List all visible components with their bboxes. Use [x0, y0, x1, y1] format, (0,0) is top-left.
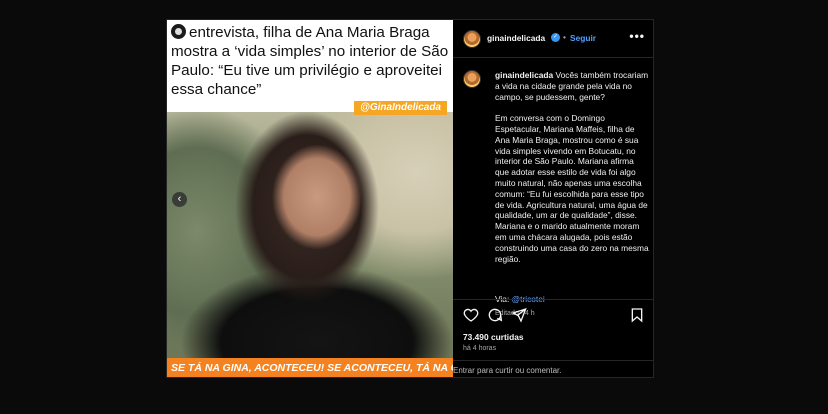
comment-bubble-icon[interactable]: [487, 307, 503, 323]
caption-body: Vocês também trocariam a vida na cidade …: [495, 70, 649, 264]
previous-arrow-icon[interactable]: ‹: [172, 192, 187, 207]
like-heart-icon[interactable]: [463, 307, 479, 323]
watermark-tag: @GinaIndelicada: [354, 101, 447, 115]
share-send-icon[interactable]: [511, 307, 527, 323]
headline-text: entrevista, filha de Ana Maria Braga mos…: [171, 24, 449, 98]
post-header: ginaindelicada ✓ • Seguir •••: [453, 20, 653, 58]
more-options-icon[interactable]: •••: [629, 29, 645, 43]
post-caption: ginaindelicada Vocês também trocariam a …: [453, 58, 653, 317]
save-bookmark-icon[interactable]: [629, 307, 645, 323]
verified-badge-icon: ✓: [551, 33, 560, 42]
post-media[interactable]: entrevista, filha de Ana Maria Braga mos…: [167, 20, 453, 377]
comment-input[interactable]: [453, 363, 643, 377]
instagram-post-modal: entrevista, filha de Ana Maria Braga mos…: [166, 19, 654, 378]
caption-avatar[interactable]: [463, 70, 481, 88]
news-logo-icon: [171, 24, 186, 39]
post-sidebar: ginaindelicada ✓ • Seguir ••• ginaindeli…: [453, 20, 653, 377]
caption-text: ginaindelicada Vocês também trocariam a …: [495, 70, 650, 264]
like-count[interactable]: 73.490 curtidas: [463, 332, 524, 342]
header-username[interactable]: ginaindelicada: [487, 33, 545, 43]
post-actions: 73.490 curtidas há 4 horas: [453, 299, 653, 377]
interview-photo: [167, 112, 453, 358]
comment-bar: [453, 360, 653, 377]
bottom-ticker: SE TÁ NA GINA, ACONTECEU! SE ACONTECEU, …: [167, 358, 453, 377]
post-time: há 4 horas: [463, 345, 497, 352]
media-headline: entrevista, filha de Ana Maria Braga mos…: [167, 20, 453, 112]
follow-button[interactable]: Seguir: [570, 33, 596, 43]
separator-dot: •: [563, 32, 566, 42]
avatar[interactable]: [463, 30, 481, 48]
caption-username[interactable]: ginaindelicada: [495, 70, 553, 80]
